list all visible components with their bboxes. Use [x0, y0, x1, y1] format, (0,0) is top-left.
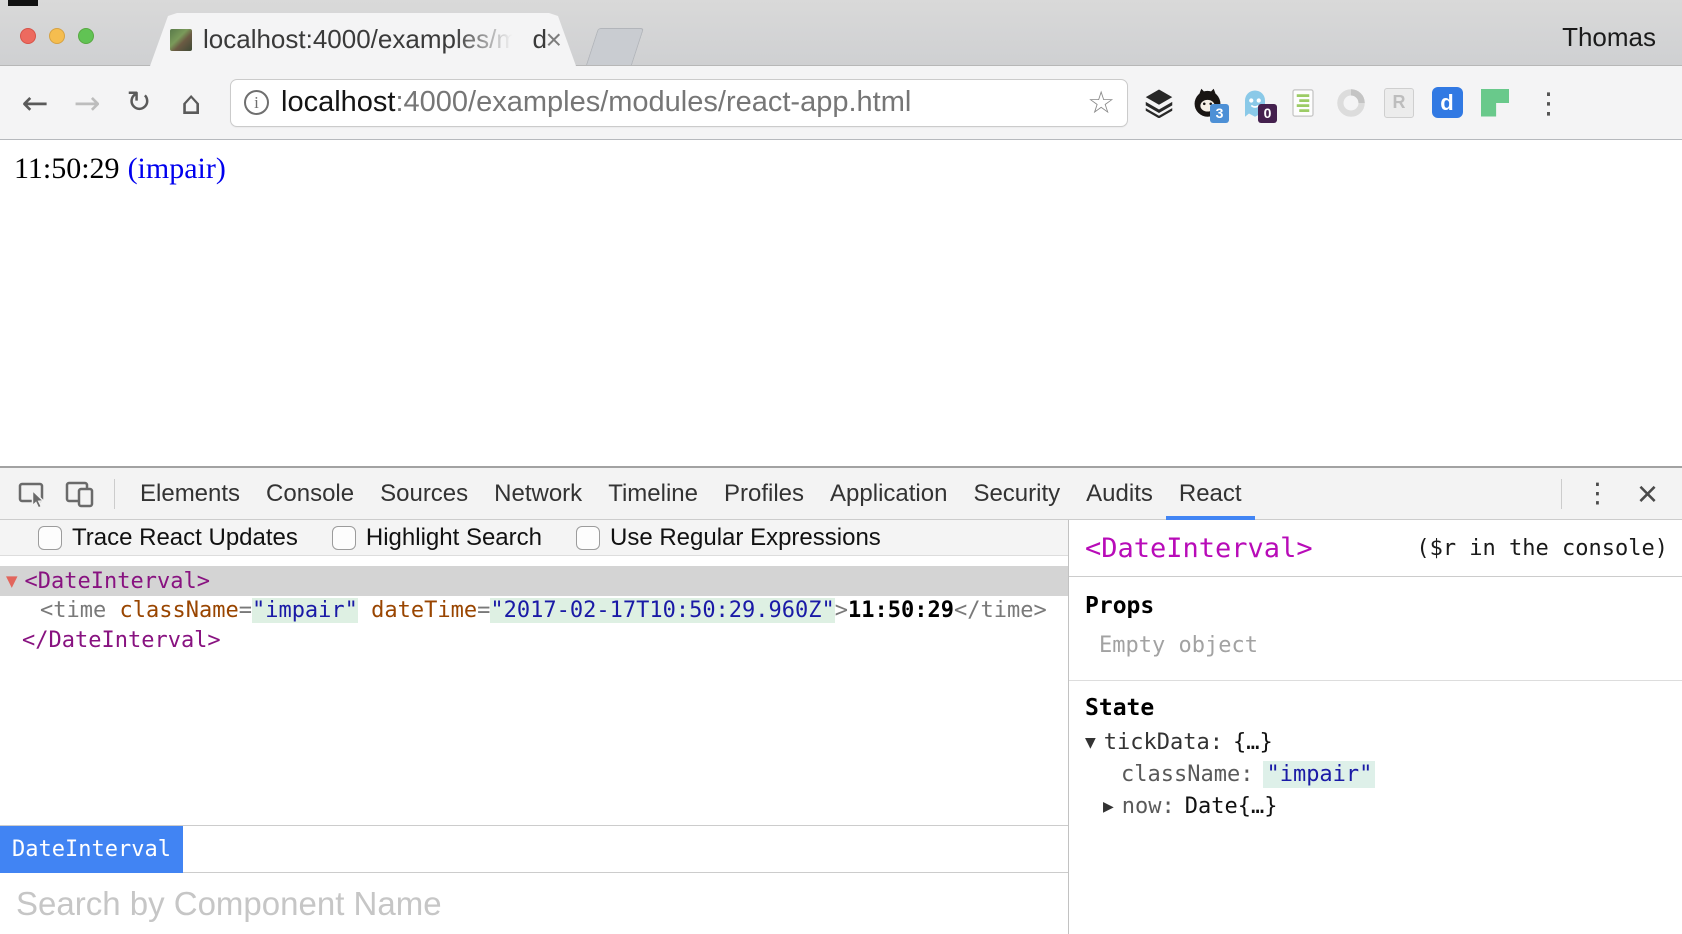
state-label: State	[1085, 695, 1666, 721]
tab-close-icon[interactable]: ×	[546, 26, 562, 54]
tree-row-time-element[interactable]: <time className="impair" dateTime="2017-…	[0, 596, 1068, 626]
collapse-right-icon[interactable]: ▶	[1103, 799, 1114, 815]
props-empty-text: Empty object	[1099, 633, 1666, 658]
reload-button[interactable]: ↻	[120, 85, 158, 120]
devtools-tab-console[interactable]: Console	[253, 468, 367, 520]
devtools-tab-sources[interactable]: Sources	[367, 468, 481, 520]
forward-button: →	[68, 84, 106, 122]
ghost-badge: 0	[1258, 104, 1277, 123]
github-extension-icon[interactable]: 3	[1190, 86, 1224, 120]
address-bar[interactable]: i localhost:4000/examples/modules/react-…	[230, 79, 1128, 127]
titlebar: localhost:4000/examples/mod × Thomas	[0, 0, 1682, 66]
selected-component-name: <DateInterval>	[1085, 533, 1313, 564]
devtools-tab-network[interactable]: Network	[481, 468, 595, 520]
buffer-extension-icon[interactable]	[1142, 86, 1176, 120]
devtools-tab-react[interactable]: React	[1166, 468, 1255, 520]
devtools-tab-elements[interactable]: Elements	[127, 468, 253, 520]
fullscreen-window-button[interactable]	[78, 28, 94, 44]
breadcrumb: DateInterval	[0, 825, 1068, 873]
devdocs-extension-icon[interactable]: d	[1430, 86, 1464, 120]
tab-title-fade	[454, 16, 532, 66]
profile-name[interactable]: Thomas	[1562, 22, 1656, 53]
traffic-lights	[20, 28, 94, 44]
url-path: :4000/examples/modules/react-app.html	[395, 86, 911, 118]
state-section: State ▼tickData:{…} className:"impair" ▶…	[1069, 681, 1682, 837]
inspector-header: <DateInterval> ($r in the console)	[1069, 520, 1682, 577]
devtools-tab-timeline[interactable]: Timeline	[595, 468, 711, 520]
green-flag-extension-icon[interactable]	[1478, 86, 1512, 120]
page-info-icon[interactable]: i	[244, 90, 269, 115]
state-row-now[interactable]: ▶now:Date{…}	[1085, 791, 1666, 823]
highlight-search-checkbox[interactable]	[332, 526, 356, 550]
devdocs-letter: d	[1432, 87, 1463, 118]
reading-list-extension-icon[interactable]: R	[1382, 86, 1416, 120]
search-input[interactable]	[0, 873, 1068, 934]
trace-react-updates-option[interactable]: Trace React Updates	[38, 524, 298, 552]
bookmark-star-icon[interactable]: ☆	[1087, 85, 1115, 121]
collapse-down-icon[interactable]: ▼	[1085, 735, 1096, 751]
props-section: Props Empty object	[1069, 577, 1682, 681]
home-button[interactable]: ⌂	[172, 84, 210, 122]
trace-react-updates-checkbox[interactable]	[38, 526, 62, 550]
ghost-extension-icon[interactable]: 0	[1238, 86, 1272, 120]
screen-artifact	[8, 0, 38, 6]
tree-row-dateinterval[interactable]: ▼<DateInterval>	[0, 566, 1068, 596]
use-regex-option[interactable]: Use Regular Expressions	[576, 524, 881, 552]
reading-list-letter: R	[1384, 88, 1414, 118]
devtools-tab-security[interactable]: Security	[960, 468, 1073, 520]
browser-menu-icon[interactable]: ⋮	[1534, 86, 1563, 120]
devtools-tab-audits[interactable]: Audits	[1073, 468, 1166, 520]
devtools-tab-application[interactable]: Application	[817, 468, 960, 520]
tab-favicon	[170, 29, 192, 51]
collapse-triangle-icon[interactable]: ▼	[6, 572, 18, 590]
toolbar-separator	[114, 479, 115, 509]
breadcrumb-item-dateinterval[interactable]: DateInterval	[0, 826, 183, 874]
react-tree-panel: Trace React Updates Highlight Search Use…	[0, 520, 1068, 934]
disabled-swirl-extension-icon[interactable]	[1334, 86, 1368, 120]
component-search-row	[0, 873, 1068, 934]
close-window-button[interactable]	[20, 28, 36, 44]
devtools-menu-icon[interactable]: ⋮	[1584, 478, 1611, 509]
back-button[interactable]: ←	[16, 84, 54, 122]
browser-tab[interactable]: localhost:4000/examples/mod ×	[150, 13, 576, 66]
browser-window: localhost:4000/examples/mod × Thomas ← →…	[0, 0, 1682, 934]
devtools-close-icon[interactable]: ×	[1637, 476, 1658, 512]
react-inspector-panel: <DateInterval> ($r in the console) Props…	[1068, 520, 1682, 934]
device-toolbar-icon[interactable]	[64, 477, 98, 511]
page-content: 11:50:29(impair)	[0, 140, 1682, 466]
clock-text: 11:50:29	[14, 152, 120, 185]
devtools-tab-profiles[interactable]: Profiles	[711, 468, 817, 520]
notes-extension-icon[interactable]	[1286, 86, 1320, 120]
parity-link[interactable]: (impair)	[128, 152, 226, 185]
console-hint: ($r in the console)	[1416, 536, 1668, 561]
toolbar-separator	[1561, 479, 1562, 509]
new-tab-button[interactable]	[586, 28, 644, 65]
props-label: Props	[1085, 593, 1666, 619]
github-badge: 3	[1210, 104, 1229, 123]
highlight-search-option[interactable]: Highlight Search	[332, 524, 542, 552]
minimize-window-button[interactable]	[49, 28, 65, 44]
devtools-tabbar: Elements Console Sources Network Timelin…	[0, 468, 1682, 520]
browser-toolbar: ← → ↻ ⌂ i localhost:4000/examples/module…	[0, 66, 1682, 140]
devtools-panel: Elements Console Sources Network Timelin…	[0, 466, 1682, 934]
green-flag-shape	[1481, 89, 1509, 117]
url-text[interactable]: localhost:4000/examples/modules/react-ap…	[281, 86, 1087, 119]
inspect-element-icon[interactable]	[16, 477, 50, 511]
state-row-classname[interactable]: className:"impair"	[1085, 759, 1666, 791]
tree-row-dateinterval-close[interactable]: </DateInterval>	[0, 626, 1068, 656]
state-row-tickdata[interactable]: ▼tickData:{…}	[1085, 727, 1666, 759]
use-regex-checkbox[interactable]	[576, 526, 600, 550]
react-options-row: Trace React Updates Highlight Search Use…	[0, 520, 1068, 556]
extensions-area: 3 0 R d ⋮	[1142, 86, 1583, 120]
url-host: localhost	[281, 86, 395, 118]
component-tree: ▼<DateInterval> <time className="impair"…	[0, 556, 1068, 825]
